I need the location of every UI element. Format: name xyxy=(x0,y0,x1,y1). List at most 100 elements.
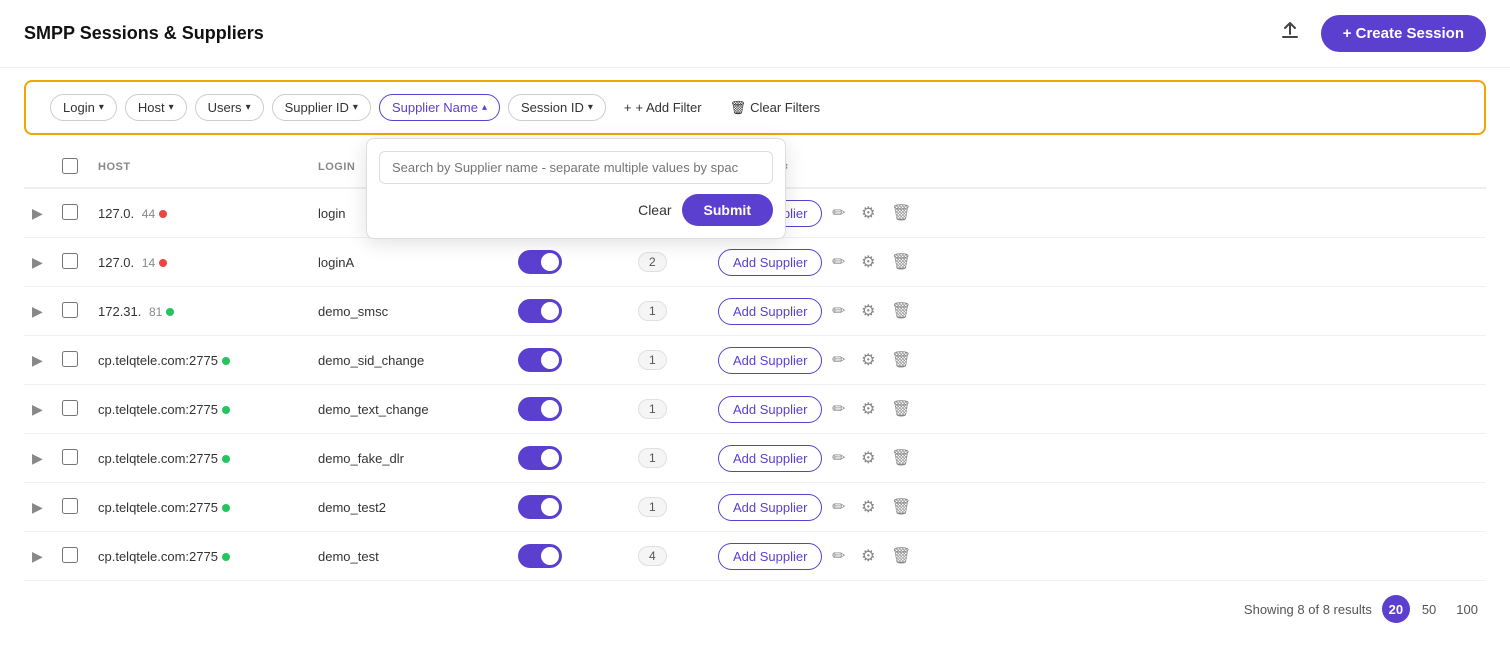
configure-button[interactable]: ⚙ xyxy=(855,199,881,227)
enabled-cell xyxy=(510,287,630,336)
row-checkbox[interactable] xyxy=(62,302,78,318)
expand-row-button[interactable]: ▶ xyxy=(32,450,43,467)
expand-row-button[interactable]: ▶ xyxy=(32,254,43,271)
suppliers-count: 1 xyxy=(638,497,667,517)
col-expand xyxy=(24,147,54,188)
host-cell: cp.telqtele.com:2775 xyxy=(90,336,310,385)
filter-session-id[interactable]: Session ID ▾ xyxy=(508,94,606,121)
delete-button[interactable]: 🗑 xyxy=(885,444,917,472)
toggle-slider xyxy=(518,495,562,519)
page-size-50-button[interactable]: 50 xyxy=(1414,598,1444,621)
supplier-name-dropdown: Clear Submit xyxy=(366,138,786,239)
expand-cell: ▶ xyxy=(24,336,54,385)
configure-button[interactable]: ⚙ xyxy=(855,346,881,374)
host-value: cp.telqtele.com:2775 xyxy=(98,451,218,466)
edit-button[interactable]: ✏ xyxy=(826,542,851,570)
login-value: demo_smsc xyxy=(318,304,388,319)
add-supplier-button[interactable]: Add Supplier xyxy=(718,249,822,276)
enabled-cell xyxy=(510,434,630,483)
enabled-toggle[interactable] xyxy=(518,348,562,372)
status-dot xyxy=(222,357,230,365)
enabled-toggle[interactable] xyxy=(518,250,562,274)
delete-button[interactable]: 🗑 xyxy=(885,248,917,276)
table-row: ▶ cp.telqtele.com:2775 demo_test xyxy=(24,532,1486,581)
login-cell: loginA xyxy=(310,238,470,287)
row-checkbox[interactable] xyxy=(62,547,78,563)
edit-button[interactable]: ✏ xyxy=(826,199,851,227)
add-supplier-button[interactable]: Add Supplier xyxy=(718,347,822,374)
expand-row-button[interactable]: ▶ xyxy=(32,548,43,565)
filter-supplier-id[interactable]: Supplier ID ▾ xyxy=(272,94,371,121)
expand-row-button[interactable]: ▶ xyxy=(32,303,43,320)
row-checkbox[interactable] xyxy=(62,449,78,465)
enabled-toggle[interactable] xyxy=(518,446,562,470)
login-value: login xyxy=(318,206,345,221)
filter-supplier-name[interactable]: Supplier Name ▴ xyxy=(379,94,500,121)
delete-button[interactable]: 🗑 xyxy=(885,199,917,227)
add-filter-button[interactable]: + + Add Filter xyxy=(614,95,712,120)
row-checkbox[interactable] xyxy=(62,204,78,220)
edit-button[interactable]: ✏ xyxy=(826,248,851,276)
create-session-button[interactable]: + Create Session xyxy=(1321,15,1486,52)
dropdown-clear-button[interactable]: Clear xyxy=(638,202,671,218)
filter-users[interactable]: Users ▾ xyxy=(195,94,264,121)
page-size-100-button[interactable]: 100 xyxy=(1448,598,1486,621)
clear-filters-label: Clear Filters xyxy=(750,100,820,115)
clear-filters-button[interactable]: 🗑 Clear Filters xyxy=(720,95,831,121)
configure-button[interactable]: ⚙ xyxy=(855,297,881,325)
delete-button[interactable]: 🗑 xyxy=(885,493,917,521)
edit-button[interactable]: ✏ xyxy=(826,395,851,423)
table-row: ▶ cp.telqtele.com:2775 demo_text_change xyxy=(24,385,1486,434)
delete-button[interactable]: 🗑 xyxy=(885,297,917,325)
expand-row-button[interactable]: ▶ xyxy=(32,499,43,516)
filter-host[interactable]: Host ▾ xyxy=(125,94,187,121)
select-all-checkbox[interactable] xyxy=(62,158,78,174)
dropdown-submit-button[interactable]: Submit xyxy=(682,194,773,226)
export-button[interactable] xyxy=(1269,14,1311,53)
dropdown-actions: Clear Submit xyxy=(379,194,773,226)
enabled-cell xyxy=(510,385,630,434)
edit-button[interactable]: ✏ xyxy=(826,346,851,374)
host-cell: cp.telqtele.com:2775 xyxy=(90,434,310,483)
edit-button[interactable]: ✏ xyxy=(826,444,851,472)
row-checkbox[interactable] xyxy=(62,498,78,514)
table-row: ▶ 127.0. 14 loginA 2 xyxy=(24,238,1486,287)
row-checkbox[interactable] xyxy=(62,400,78,416)
chevron-down-icon: ▾ xyxy=(169,102,174,113)
delete-button[interactable]: 🗑 xyxy=(885,542,917,570)
actions-cell: Add Supplier ✏ ⚙ 🗑 xyxy=(710,238,1486,287)
delete-button[interactable]: 🗑 xyxy=(885,395,917,423)
expand-row-button[interactable]: ▶ xyxy=(32,205,43,222)
delete-button[interactable]: 🗑 xyxy=(885,346,917,374)
edit-button[interactable]: ✏ xyxy=(826,297,851,325)
expand-row-button[interactable]: ▶ xyxy=(32,352,43,369)
suppliers-cell: 1 xyxy=(630,385,710,434)
add-supplier-button[interactable]: Add Supplier xyxy=(718,396,822,423)
row-checkbox[interactable] xyxy=(62,253,78,269)
filter-login[interactable]: Login ▾ xyxy=(50,94,117,121)
status-dot xyxy=(222,553,230,561)
add-supplier-button[interactable]: Add Supplier xyxy=(718,543,822,570)
host-number: 14 xyxy=(142,256,155,270)
configure-button[interactable]: ⚙ xyxy=(855,444,881,472)
enabled-toggle[interactable] xyxy=(518,397,562,421)
page-size-20-button[interactable]: 20 xyxy=(1382,595,1410,623)
row-checkbox[interactable] xyxy=(62,351,78,367)
suppliers-count: 4 xyxy=(638,546,667,566)
add-supplier-button[interactable]: Add Supplier xyxy=(718,494,822,521)
check-cell xyxy=(54,532,90,581)
add-supplier-button[interactable]: Add Supplier xyxy=(718,445,822,472)
enabled-toggle[interactable] xyxy=(518,544,562,568)
expand-cell: ▶ xyxy=(24,188,54,238)
enabled-toggle[interactable] xyxy=(518,495,562,519)
supplier-name-search-input[interactable] xyxy=(379,151,773,184)
configure-button[interactable]: ⚙ xyxy=(855,248,881,276)
configure-button[interactable]: ⚙ xyxy=(855,493,881,521)
add-supplier-button[interactable]: Add Supplier xyxy=(718,298,822,325)
configure-button[interactable]: ⚙ xyxy=(855,395,881,423)
expand-row-button[interactable]: ▶ xyxy=(32,401,43,418)
check-cell xyxy=(54,434,90,483)
configure-button[interactable]: ⚙ xyxy=(855,542,881,570)
edit-button[interactable]: ✏ xyxy=(826,493,851,521)
enabled-toggle[interactable] xyxy=(518,299,562,323)
